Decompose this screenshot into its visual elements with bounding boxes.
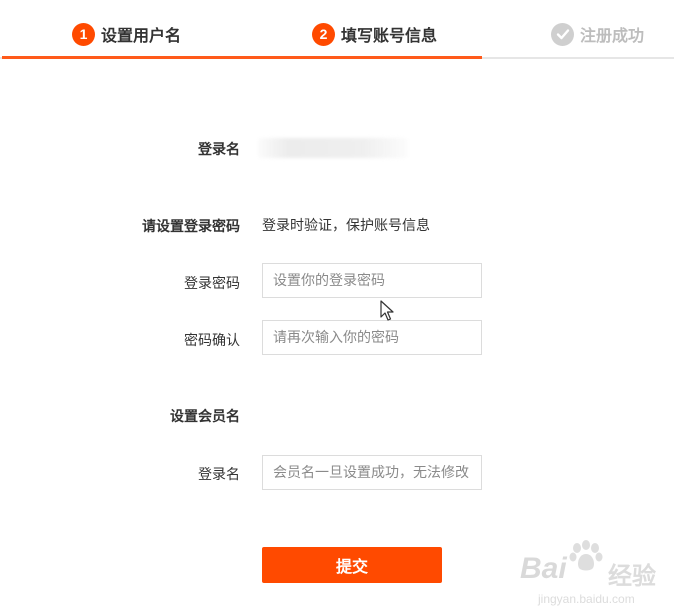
password-input[interactable] (262, 263, 482, 298)
password-hint: 登录时验证，保护账号信息 (262, 218, 430, 234)
progress-fill (2, 56, 482, 59)
login-name-value-blurred (258, 138, 408, 158)
member-name-label: 登录名 (198, 467, 240, 483)
password-section-label: 请设置登录密码 (142, 219, 240, 235)
baidu-jingyan-watermark: Bai 经验 jingyan.baidu.com (520, 540, 670, 610)
step-label: 注册成功 (580, 26, 645, 45)
login-name-label: 登录名 (198, 142, 240, 158)
watermark-url: jingyan.baidu.com (538, 592, 635, 606)
step-number-2: 2 (312, 22, 335, 46)
watermark-brand: Bai (520, 552, 567, 585)
step-fill-account-info: 2 填写账号信息 (312, 20, 437, 48)
step-register-success: 注册成功 (551, 20, 644, 48)
paw-icon (568, 540, 604, 579)
step-number-1: 1 (72, 22, 95, 46)
watermark-cn: 经验 (608, 562, 656, 590)
mouse-cursor-icon (380, 300, 396, 326)
registration-steps: 1 设置用户名 2 填写账号信息 注册成功 (0, 0, 674, 60)
step-label: 填写账号信息 (341, 26, 438, 45)
confirm-password-label: 密码确认 (184, 333, 240, 349)
check-circle-icon (551, 22, 574, 46)
member-section-label: 设置会员名 (170, 409, 240, 425)
password-label: 登录密码 (184, 276, 240, 292)
step-label: 设置用户名 (101, 26, 182, 45)
submit-button[interactable]: 提交 (262, 547, 442, 583)
confirm-password-input[interactable] (262, 320, 482, 355)
step-set-username: 1 设置用户名 (72, 20, 181, 48)
member-name-input[interactable] (262, 455, 482, 490)
